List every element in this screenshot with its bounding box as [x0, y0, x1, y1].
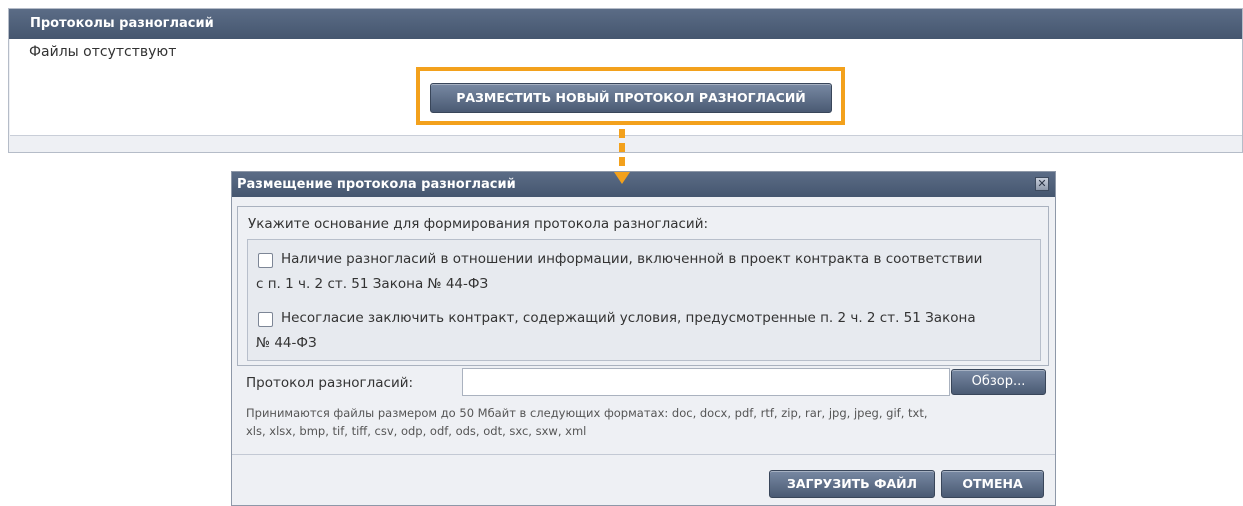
- option-1-line-2: с п. 1 ч. 2 ст. 51 Закона № 44-ФЗ: [256, 276, 489, 292]
- protocol-file-label: Протокол разногласий:: [246, 375, 414, 391]
- hint-line-2: xls, xlsx, bmp, tif, tiff, csv, odp, odf…: [246, 424, 587, 438]
- browse-button[interactable]: Обзор...: [951, 369, 1046, 395]
- panel-title: Протоколы разногласий: [9, 9, 1242, 39]
- place-new-protocol-button[interactable]: РАЗМЕСТИТЬ НОВЫЙ ПРОТОКОЛ РАЗНОГЛАСИЙ: [430, 83, 832, 113]
- option-2-line-1: Несогласие заключить контракт, содержащи…: [281, 310, 976, 326]
- protocol-file-input[interactable]: [462, 368, 950, 396]
- no-files-text: Файлы отсутствуют: [29, 44, 177, 60]
- connector-dash-3: [619, 157, 625, 166]
- cancel-button[interactable]: ОТМЕНА: [941, 470, 1044, 498]
- connector-dash-1: [619, 129, 625, 138]
- basis-label: Укажите основание для формирования прото…: [248, 216, 709, 232]
- file-formats-hint: Принимаются файлы размером до 50 Мбайт в…: [246, 404, 1051, 440]
- option-1-line-1: Наличие разногласий в отношении информац…: [281, 251, 983, 267]
- basis-fieldset: Укажите основание для формирования прото…: [237, 206, 1049, 366]
- close-icon[interactable]: ✕: [1035, 177, 1049, 191]
- upload-file-button[interactable]: ЗАГРУЗИТЬ ФАЙЛ: [769, 470, 935, 498]
- option-2-checkbox[interactable]: [258, 312, 273, 327]
- place-protocol-dialog: Размещение протокола разногласий ✕ Укажи…: [231, 171, 1056, 506]
- option-2-line-2: № 44-ФЗ: [256, 335, 317, 351]
- options-box: Наличие разногласий в отношении информац…: [247, 239, 1041, 361]
- footer-divider: [232, 454, 1055, 455]
- dialog-title-text: Размещение протокола разногласий: [237, 177, 516, 192]
- connector-dash-2: [619, 143, 625, 152]
- option-1-checkbox[interactable]: [258, 253, 273, 268]
- hint-line-1: Принимаются файлы размером до 50 Мбайт в…: [246, 406, 928, 420]
- dialog-title: Размещение протокола разногласий: [232, 172, 1055, 197]
- connector-arrow-icon: [614, 172, 630, 184]
